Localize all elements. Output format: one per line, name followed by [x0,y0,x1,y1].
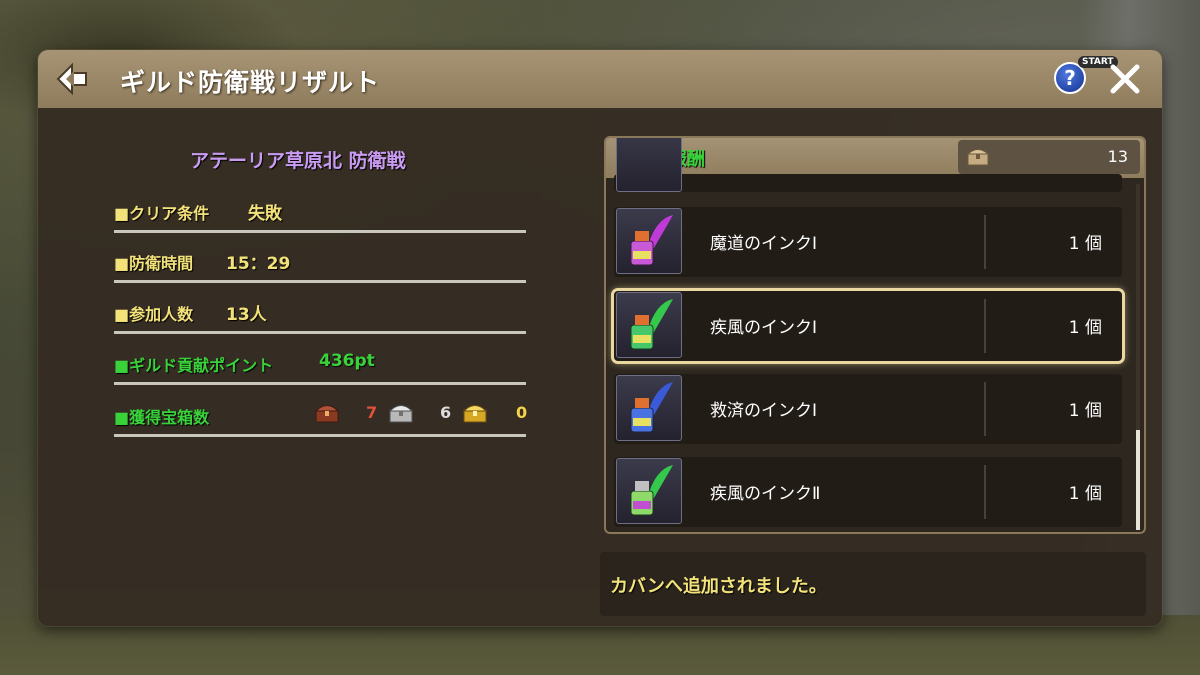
item-divider [984,215,986,269]
item-quantity: 1 個 [1068,401,1102,421]
magic-ink-icon [616,208,682,274]
participants-value: 13人 [226,305,267,325]
participants-label: ■参加人数 [114,305,194,324]
chest-count-row: ■獲得宝箱数 7 6 0 [114,403,528,437]
guild-points-value: 436pt [319,351,375,371]
guild-points-row: ■ギルド貢献ポイント 436pt [114,351,526,385]
wind-ink-ii-icon [616,458,682,524]
clear-condition-value: 失敗 [248,204,282,224]
item-name: 疾風のインクⅠ [710,318,818,338]
message-box: カバンへ追加されました。 [600,552,1146,616]
item-quantity: 1 個 [1068,318,1102,338]
silver-chest-icon [388,405,414,423]
rewards-header: ■獲得報酬 13 [606,138,1144,178]
map-name: アテーリア草原北 防衛戦 [190,150,406,172]
item-divider [984,299,986,353]
item-name: 魔道のインクⅠ [710,234,818,254]
chest-count-label: ■獲得宝箱数 [114,408,210,427]
reward-item-1[interactable]: 疾風のインクⅠ 1 個 [614,291,1122,361]
clear-condition-label: ■クリア条件 [114,204,210,223]
item-divider [984,465,986,519]
result-panel: ギルド防衛戦リザルト ? START アテーリア草原北 防衛戦 ■クリア条件 失… [38,50,1162,626]
item-name: 疾風のインクⅡ [710,484,821,504]
close-button[interactable] [1108,62,1142,96]
item-quantity: 1 個 [1068,234,1102,254]
rewards-count-box: 13 [958,140,1140,174]
reward-item-3[interactable]: 疾風のインクⅡ 1 個 [614,457,1122,527]
rewards-panel: ■獲得報酬 13 魔道のインクⅠ [604,136,1146,534]
defense-time-label: ■防衛時間 [114,254,194,273]
silver-chest-count: 6 [440,403,452,422]
back-arrow-icon [56,62,87,96]
defense-time-row: ■防衛時間 15：29 [114,250,526,283]
defense-time-value: 15：29 [226,254,291,274]
item-name: 救済のインクⅠ [710,401,818,421]
back-button[interactable] [54,61,90,97]
participants-row: ■参加人数 13人 [114,301,526,334]
item-icon-partial [616,138,682,192]
gold-chest-count: 0 [516,403,528,422]
item-quantity: 1 個 [1068,484,1102,504]
close-icon [1110,64,1140,94]
treasure-bag-icon [966,149,990,166]
gold-chest-icon [462,405,488,423]
wind-ink-icon [616,292,682,358]
title-bar: ギルド防衛戦リザルト ? START [38,50,1162,108]
reward-item-0[interactable]: 魔道のインクⅠ 1 個 [614,207,1122,277]
rescue-ink-icon [616,375,682,441]
list-item-partial[interactable] [614,138,1122,192]
bronze-chest-count: 7 [366,403,378,422]
reward-item-2[interactable]: 救済のインクⅠ 1 個 [614,374,1122,444]
page-title: ギルド防衛戦リザルト [120,68,381,97]
bronze-chest-icon [314,405,340,423]
guild-points-label: ■ギルド貢献ポイント [114,356,274,375]
scrollbar-thumb[interactable] [1136,430,1140,530]
message-text: カバンへ追加されました。 [610,576,827,597]
rewards-total-count: 13 [1107,147,1128,166]
clear-condition-row: ■クリア条件 失敗 [114,200,526,233]
item-divider [984,382,986,436]
